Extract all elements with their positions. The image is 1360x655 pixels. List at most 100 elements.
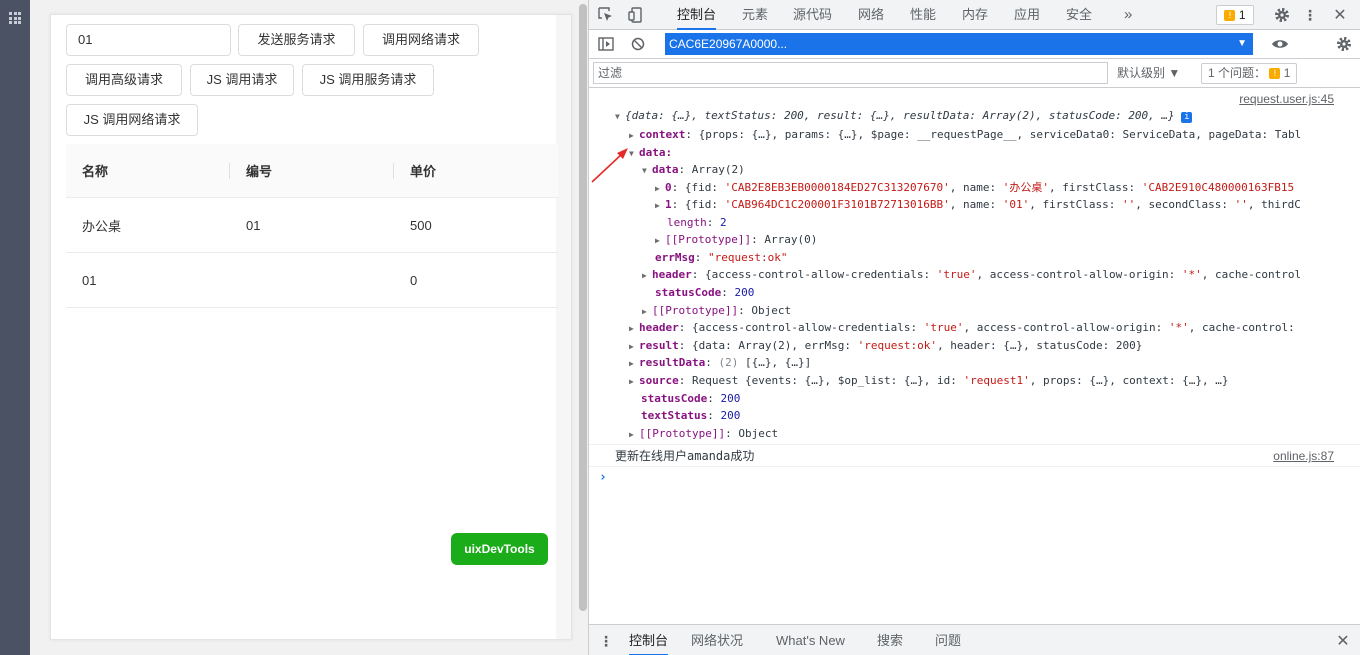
item-fid: 'CAB2E8EB3EB0000184ED27C313207670' (724, 181, 950, 194)
prototype-value: Object (751, 304, 792, 317)
result-text: , header: {…}, statusCode: 200} (937, 339, 1143, 352)
tab-console[interactable]: 控制台 (677, 0, 717, 30)
scrollbar-thumb[interactable] (579, 4, 587, 611)
tree-node-result[interactable]: ▶ result: {data: Array(2), errMsg: 'reque… (629, 337, 1142, 354)
expand-triangle-icon[interactable]: ▶ (629, 338, 639, 355)
drawer-menu-icon[interactable]: ⋮ (599, 631, 613, 651)
tab-application[interactable]: 应用 (1014, 0, 1040, 30)
tree-node-header-top[interactable]: ▶ header: {access-control-allow-credentia… (629, 319, 1295, 336)
drawer-tab-network-conditions[interactable]: 网络状况 (691, 625, 743, 655)
more-options-icon[interactable]: ⋮ (1302, 5, 1318, 25)
expand-triangle-icon[interactable]: ▶ (655, 197, 665, 214)
expand-triangle-icon[interactable]: ▶ (629, 426, 639, 443)
tab-security[interactable]: 安全 (1066, 0, 1092, 30)
issues-button[interactable]: 1 个问题： ! 1 (1201, 63, 1298, 84)
js-call-network-request-button[interactable]: JS 调用网络请求 (66, 104, 198, 136)
source-link[interactable]: online.js:87 (1273, 449, 1334, 463)
uix-devtools-button[interactable]: uixDevTools (451, 533, 548, 565)
inspect-element-icon[interactable] (597, 6, 615, 24)
tree-node-errmsg: errMsg: "request:ok" (655, 251, 788, 264)
item-text: , firstClass: (1049, 181, 1142, 194)
summary-text: {data: {…}, textStatus: 200, result: {…}… (625, 109, 1175, 122)
call-network-request-button[interactable]: 调用网络请求 (363, 24, 479, 56)
expand-triangle-icon[interactable]: ▶ (629, 373, 639, 390)
close-icon[interactable]: ✕ (1330, 5, 1350, 25)
tree-node-context[interactable]: ▶ context: {props: {…}, params: {…}, $pag… (629, 126, 1301, 143)
devtools-tabbar: 控制台 元素 源代码 网络 性能 内存 应用 安全 » ! 1 ⋮ ✕ (589, 0, 1360, 30)
expand-triangle-icon[interactable]: ▶ (629, 127, 639, 144)
tree-node-data-array[interactable]: ▼ data: Array(2) (642, 161, 745, 178)
more-tabs-button[interactable]: » (1124, 0, 1132, 30)
tree-node-source[interactable]: ▶ source: Request {events: {…}, $op_list:… (629, 372, 1228, 389)
expand-triangle-icon[interactable]: ▼ (642, 162, 652, 179)
tab-network[interactable]: 网络 (858, 0, 884, 30)
device-toolbar-icon[interactable] (627, 6, 645, 24)
gear-icon[interactable] (1272, 5, 1292, 25)
drawer-tab-console[interactable]: 控制台 (629, 625, 669, 655)
errmsg-value: "request:ok" (708, 251, 788, 264)
context-selector[interactable]: CAC6E20967A0000... ▼ (665, 33, 1253, 55)
expand-triangle-icon[interactable]: ▶ (655, 180, 665, 197)
expand-triangle-icon[interactable]: ▶ (629, 320, 639, 337)
tree-node-prototype-object[interactable]: ▶ [[Prototype]]: Object (642, 302, 791, 319)
filter-input[interactable]: 过滤 (593, 62, 1108, 84)
tree-node-prototype-array[interactable]: ▶ [[Prototype]]: Array(0) (655, 231, 817, 248)
source-link[interactable]: request.user.js:45 (1239, 92, 1334, 106)
item-text: , name: (949, 181, 1003, 194)
log-message: 更新在线用户amanda成功 (615, 449, 755, 463)
tab-elements[interactable]: 元素 (742, 0, 768, 30)
drawer-tab-issues[interactable]: 问题 (935, 625, 961, 655)
table-row[interactable]: 01 0 (66, 253, 558, 308)
js-call-service-request-button[interactable]: JS 调用服务请求 (302, 64, 434, 96)
table-cell: 01 (246, 217, 261, 233)
sidebar-toggle-icon[interactable] (597, 35, 615, 53)
tree-node-item-0[interactable]: ▶ 0: {fid: 'CAB2E8EB3EB0000184ED27C313207… (655, 179, 1294, 196)
table-cell: 办公桌 (82, 218, 122, 234)
table-cell: 01 (82, 272, 97, 288)
console-settings-icon[interactable] (1334, 34, 1354, 54)
column-header-price[interactable]: 单价 (394, 144, 558, 197)
expand-triangle-icon[interactable]: ▶ (642, 267, 652, 284)
send-service-request-button[interactable]: 发送服务请求 (238, 24, 355, 56)
tree-node-item-1[interactable]: ▶ 1: {fid: 'CAB964DC1C200001F3101B7271301… (655, 196, 1301, 213)
expand-triangle-icon[interactable]: ▶ (655, 232, 665, 249)
tab-performance[interactable]: 性能 (910, 0, 936, 30)
tab-memory[interactable]: 内存 (962, 0, 988, 30)
info-icon[interactable]: i (1181, 112, 1193, 123)
log-level-dropdown[interactable]: 默认级别 ▼ (1117, 63, 1180, 83)
prompt-chevron-icon[interactable]: › (599, 469, 607, 486)
eye-icon[interactable] (1269, 34, 1291, 54)
column-header-name[interactable]: 名称 (66, 144, 230, 197)
tree-node-header[interactable]: ▶ header: {access-control-allow-credentia… (642, 266, 1301, 283)
column-header-code[interactable]: 编号 (230, 144, 394, 197)
item-firstclass: '' (1122, 198, 1136, 211)
tree-node-textstatus: textStatus: 200 (641, 409, 741, 422)
header-text: {access-control-allow-credentials: (705, 268, 937, 281)
table-row[interactable]: 办公桌 01 500 (66, 198, 558, 253)
table-cell (230, 253, 394, 307)
call-advanced-request-button[interactable]: 调用高级请求 (66, 64, 182, 96)
text-input[interactable]: 01 (66, 24, 231, 56)
expand-triangle-icon[interactable]: ▶ (629, 355, 639, 372)
log-summary-line[interactable]: ▼ {data: {…}, textStatus: 200, result: {…… (615, 107, 1193, 125)
apps-grid-icon[interactable] (9, 12, 21, 24)
expand-triangle-icon[interactable]: ▼ (615, 108, 625, 125)
js-call-request-button[interactable]: JS 调用请求 (190, 64, 294, 96)
issues-label: 1 个问题： (1208, 66, 1267, 80)
tab-sources[interactable]: 源代码 (793, 0, 832, 30)
preview-scrollbar[interactable] (578, 0, 588, 655)
tree-node-data[interactable]: ▼ data: (629, 144, 672, 161)
issues-counter-button[interactable]: ! 1 (1216, 5, 1254, 25)
phone-right-strip (556, 15, 571, 639)
expand-triangle-icon[interactable]: ▶ (642, 303, 652, 320)
item-text: {fid: (684, 198, 725, 211)
devtools-panel: 控制台 元素 源代码 网络 性能 内存 应用 安全 » ! 1 ⋮ ✕ CAC6… (588, 0, 1360, 655)
drawer-tab-whats-new[interactable]: What's New (776, 625, 845, 655)
drawer-tab-search[interactable]: 搜索 (877, 625, 903, 655)
clear-console-icon[interactable] (629, 35, 647, 53)
header-text: {access-control-allow-credentials: (692, 321, 924, 334)
resultdata-value: [{…}, {…}] (744, 356, 812, 369)
tree-node-resultdata[interactable]: ▶ resultData: (2) [{…}, {…}] (629, 354, 811, 371)
tree-node-prototype-root[interactable]: ▶ [[Prototype]]: Object (629, 425, 778, 442)
close-drawer-icon[interactable]: ✕ (1333, 631, 1353, 651)
